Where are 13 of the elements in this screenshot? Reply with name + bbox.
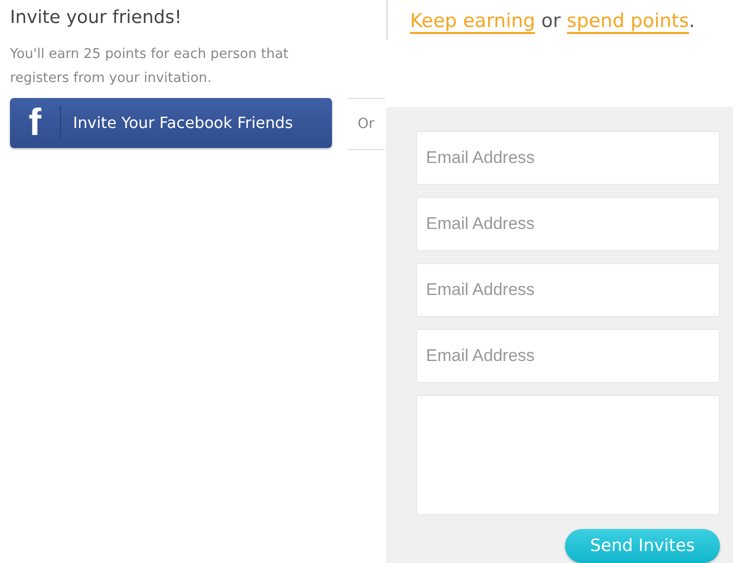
sentence-link[interactable]: spend points: [566, 10, 689, 34]
invite-heading: Invite your friends!: [10, 6, 183, 30]
facebook-logo-icon: f: [10, 103, 60, 143]
send-invites-button[interactable]: Send Invites: [565, 529, 720, 563]
facebook-invite-button[interactable]: f Invite Your Facebook Friends: [10, 98, 332, 148]
email-field[interactable]: Email Address: [416, 263, 720, 317]
email-field[interactable]: Email Address: [416, 197, 720, 251]
sentence-link[interactable]: Keep earning: [410, 10, 536, 34]
email-field[interactable]: Email Address: [416, 329, 720, 383]
email-field[interactable]: Email Address: [416, 131, 720, 185]
invite-description: You'll earn 25 points for each person that registers from your invitation.: [10, 45, 290, 88]
or-separator: Or: [347, 98, 385, 150]
earn-spend-sentence: Keep earning or spend points.: [386, 0, 733, 40]
